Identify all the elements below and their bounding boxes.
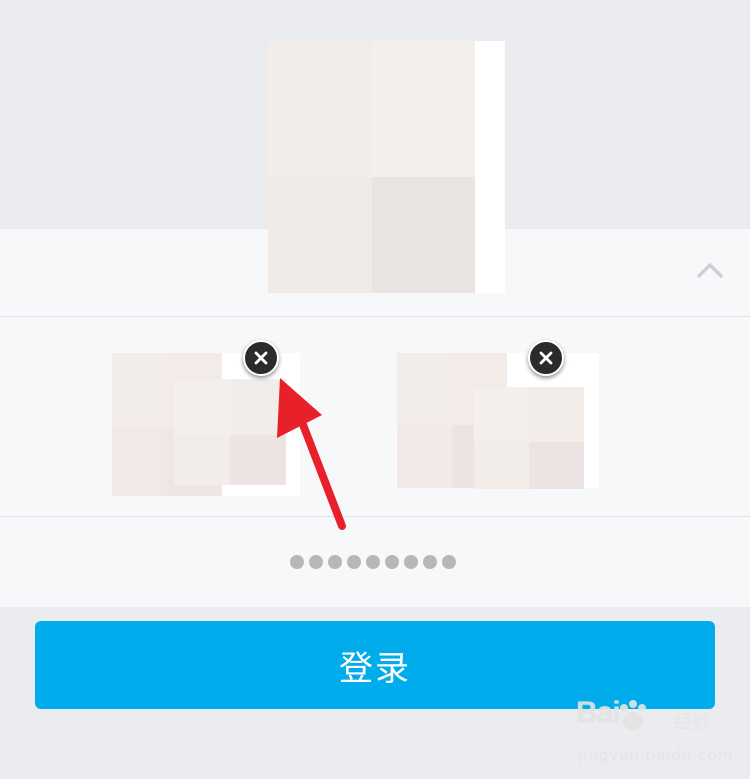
saved-account-2[interactable] [397, 353, 601, 491]
watermark-logo: Bai [576, 696, 621, 729]
red-arrow-annotation [277, 378, 346, 530]
page-indicator [290, 555, 456, 569]
page-dot [442, 555, 456, 569]
avatar-overlay [474, 387, 584, 489]
current-account-avatar [268, 41, 505, 293]
close-icon[interactable] [528, 340, 564, 376]
chevron-up-icon[interactable] [697, 262, 723, 278]
page-dot [290, 555, 304, 569]
baidu-jingyan-watermark: Bai 经验 jingyan.baidu.com [576, 696, 746, 774]
page-dot [423, 555, 437, 569]
watermark-url: jingyan.baidu.com [578, 746, 734, 764]
paw-icon [620, 700, 646, 730]
watermark-suffix: 经验 [674, 712, 710, 733]
page-dot [328, 555, 342, 569]
page-dot [366, 555, 380, 569]
page-dot [385, 555, 399, 569]
page-dot [309, 555, 323, 569]
page-dot [404, 555, 418, 569]
page-dot [347, 555, 361, 569]
